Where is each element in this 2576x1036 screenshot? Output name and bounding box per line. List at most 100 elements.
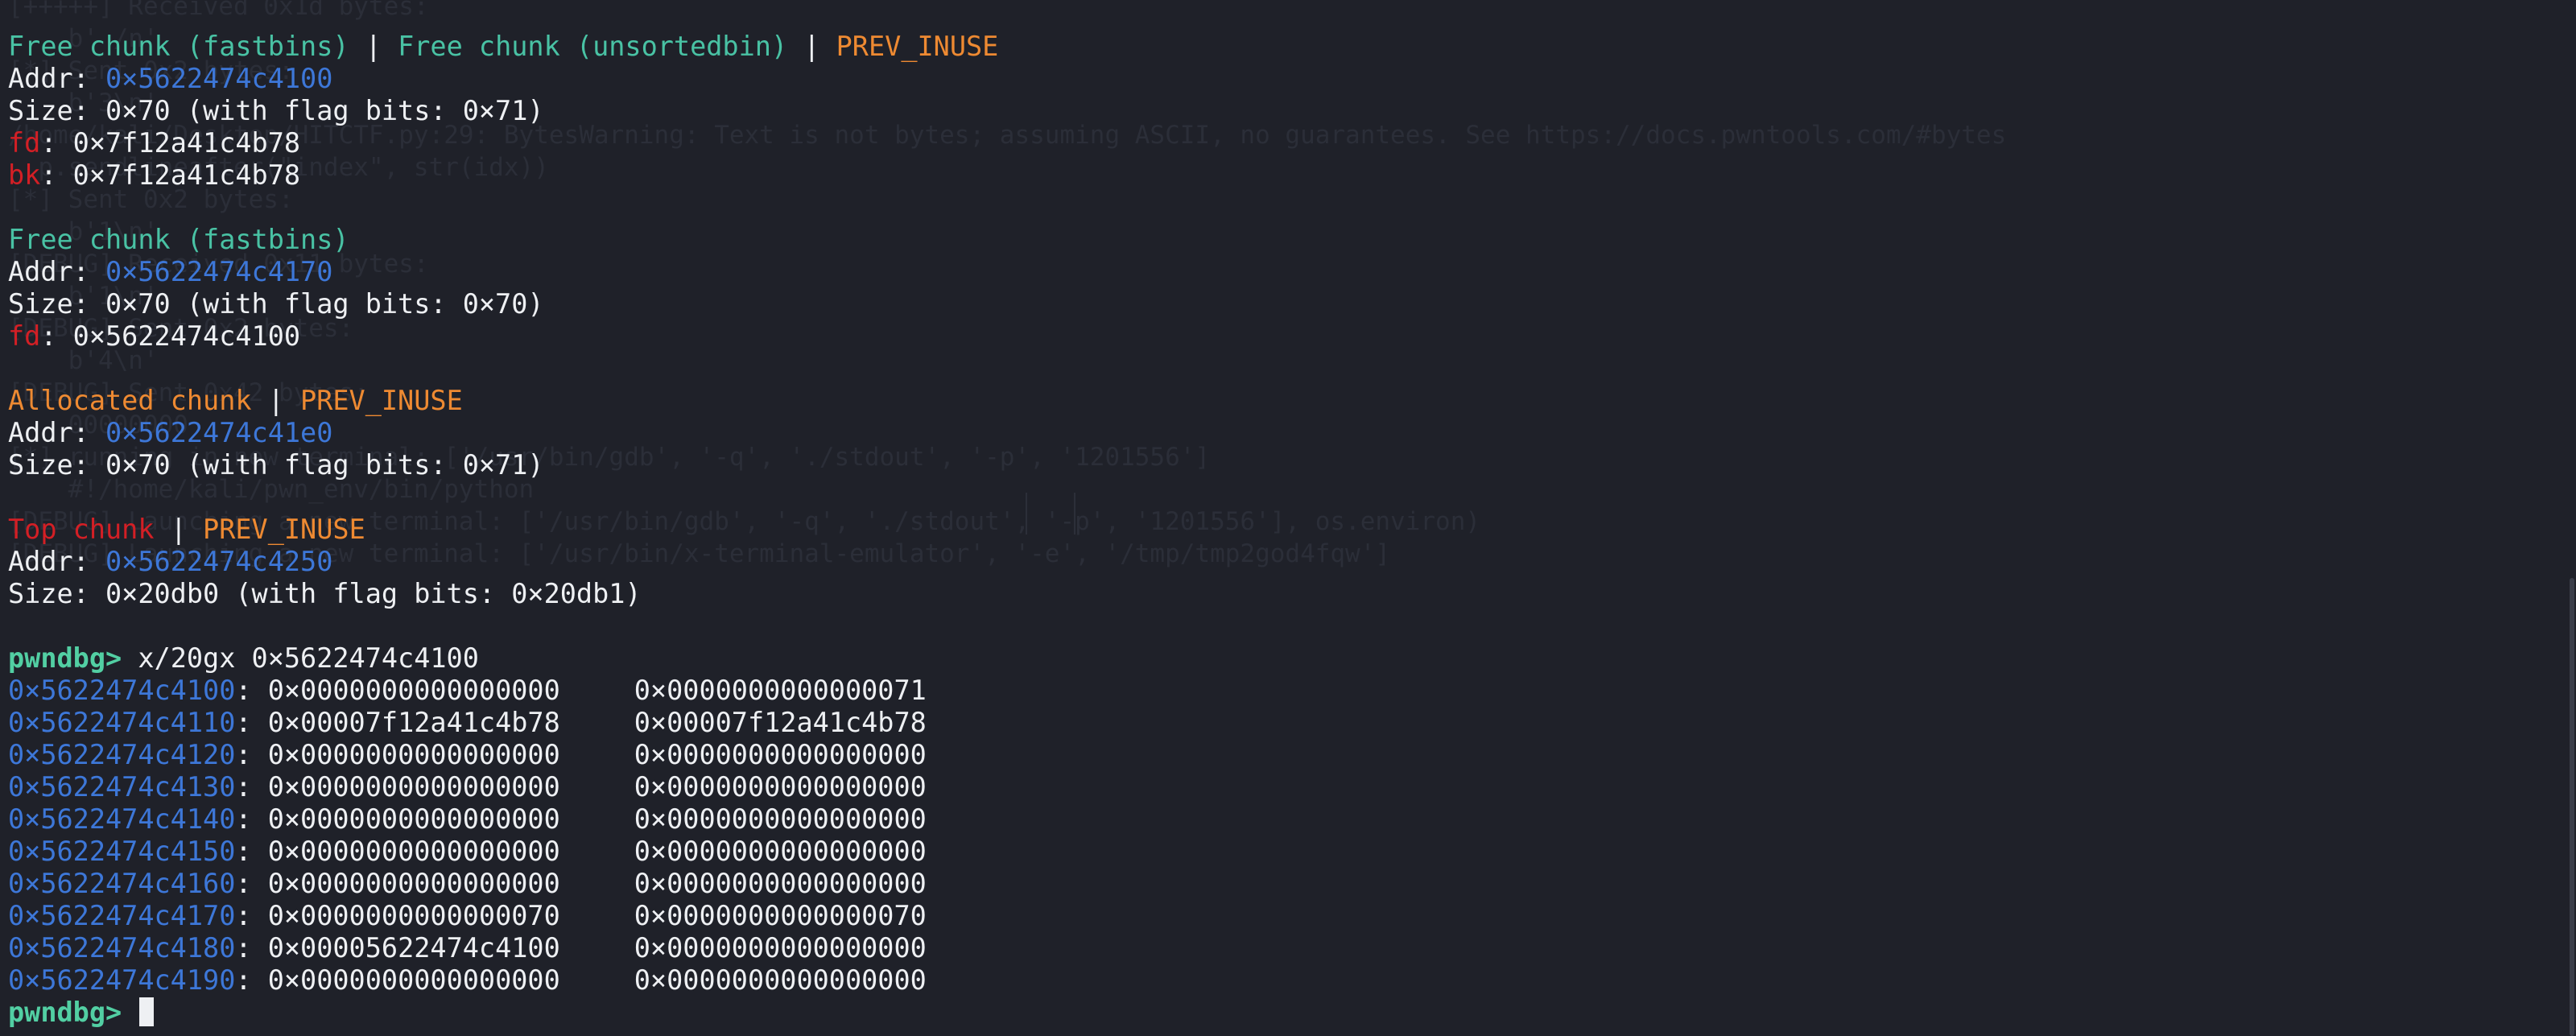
memory-value: 0×0000000000000070 bbox=[267, 900, 560, 931]
chunk-address: 0×5622474c4100 bbox=[105, 63, 333, 94]
memory-value: 0×0000000000000071 bbox=[634, 675, 927, 706]
scrollbar-thumb[interactable] bbox=[2570, 578, 2574, 1036]
memory-row: 0×5622474c4140: 0×0000000000000000 0×0000… bbox=[8, 803, 998, 836]
memory-value: 0×00007f12a41c4b78 bbox=[267, 707, 560, 738]
memory-address: 0×5622474c4110 bbox=[8, 707, 236, 738]
memory-row: 0×5622474c4120: 0×0000000000000000 0×0000… bbox=[8, 739, 998, 771]
separator: : bbox=[235, 868, 268, 899]
separator: : bbox=[235, 900, 268, 931]
memory-row: 0×5622474c4130: 0×0000000000000000 0×0000… bbox=[8, 771, 998, 803]
addr-label: Addr: bbox=[8, 256, 106, 287]
chunk-title-part: Free chunk (unsortedbin) bbox=[398, 31, 788, 62]
separator: : bbox=[235, 836, 268, 867]
chunk-size: Size: 0×70 (with flag bits: 0×71) bbox=[8, 449, 544, 481]
memory-value: 0×00005622474c4100 bbox=[267, 932, 560, 964]
chunk-title-part: PREV_INUSE bbox=[836, 31, 999, 62]
chunk-pointer-line: fd: 0×5622474c4100 bbox=[8, 320, 998, 353]
addr-label: Addr: bbox=[8, 546, 106, 577]
chunk-title-part: | bbox=[349, 31, 398, 62]
chunk-title: Free chunk (fastbins) | Free chunk (unso… bbox=[8, 31, 998, 63]
terminal-output: Free chunk (fastbins) | Free chunk (unso… bbox=[8, 31, 998, 1029]
memory-row: 0×5622474c4110: 0×00007f12a41c4b78 0×0000… bbox=[8, 707, 998, 739]
chunk-title-part: PREV_INUSE bbox=[203, 514, 365, 545]
memory-value: 0×0000000000000000 bbox=[267, 771, 560, 803]
chunk-title-part: Free chunk (fastbins) bbox=[8, 31, 349, 62]
chunk-title: Allocated chunk | PREV_INUSE bbox=[8, 385, 998, 417]
chunk-pointer-line: fd: 0×7f12a41c4b78 bbox=[8, 127, 998, 159]
separator: : bbox=[235, 739, 268, 770]
memory-address: 0×5622474c4160 bbox=[8, 868, 236, 899]
memory-row: 0×5622474c4160: 0×0000000000000000 0×0000… bbox=[8, 868, 998, 900]
chunk-addr-line: Addr: 0×5622474c4250 bbox=[8, 546, 998, 578]
memory-address: 0×5622474c4140 bbox=[8, 803, 236, 835]
memory-address: 0×5622474c4170 bbox=[8, 900, 236, 931]
memory-value: 0×0000000000000000 bbox=[634, 932, 927, 964]
chunk-size: Size: 0×70 (with flag bits: 0×71) bbox=[8, 95, 544, 126]
memory-value: 0×0000000000000000 bbox=[267, 675, 560, 706]
pointer-name: bk bbox=[8, 159, 41, 191]
separator: : bbox=[235, 964, 268, 996]
pointer-value: : 0×5622474c4100 bbox=[40, 320, 301, 352]
prompt: pwndbg> bbox=[8, 642, 122, 674]
memory-value: 0×0000000000000000 bbox=[634, 868, 927, 899]
memory-value: 0×0000000000000000 bbox=[267, 739, 560, 770]
chunk-title-part: Allocated chunk bbox=[8, 385, 252, 416]
chunk-size-line: Size: 0×70 (with flag bits: 0×70) bbox=[8, 288, 998, 320]
memory-address: 0×5622474c4130 bbox=[8, 771, 236, 803]
memory-value: 0×0000000000000000 bbox=[634, 964, 927, 996]
chunk-title-part: | bbox=[251, 385, 301, 416]
command-text: x/20gx 0×5622474c4100 bbox=[122, 642, 479, 674]
command-line: pwndbg> x/20gx 0×5622474c4100 bbox=[8, 642, 998, 675]
chunk-addr-line: Addr: 0×5622474c41e0 bbox=[8, 417, 998, 449]
memory-value: 0×0000000000000000 bbox=[267, 803, 560, 835]
memory-value: 0×0000000000000070 bbox=[634, 900, 927, 931]
memory-value: 0×0000000000000000 bbox=[267, 868, 560, 899]
memory-value: 0×0000000000000000 bbox=[267, 836, 560, 867]
chunk-pointer-line: bk: 0×7f12a41c4b78 bbox=[8, 159, 998, 192]
chunk-title: Free chunk (fastbins) bbox=[8, 224, 998, 256]
chunk-size: Size: 0×20db0 (with flag bits: 0×20db1) bbox=[8, 578, 642, 609]
chunk-address: 0×5622474c4250 bbox=[105, 546, 333, 577]
memory-value: 0×0000000000000000 bbox=[634, 836, 927, 867]
chunk-size-line: Size: 0×70 (with flag bits: 0×71) bbox=[8, 95, 998, 127]
memory-value: 0×0000000000000000 bbox=[634, 771, 927, 803]
separator: : bbox=[235, 932, 268, 964]
text-cursor[interactable] bbox=[139, 997, 155, 1026]
memory-row: 0×5622474c4190: 0×0000000000000000 0×0000… bbox=[8, 964, 998, 997]
chunk-addr-line: Addr: 0×5622474c4100 bbox=[8, 63, 998, 95]
pointer-value: : 0×7f12a41c4b78 bbox=[40, 159, 301, 191]
memory-value: 0×0000000000000000 bbox=[634, 803, 927, 835]
chunk-size-line: Size: 0×20db0 (with flag bits: 0×20db1) bbox=[8, 578, 998, 610]
memory-address: 0×5622474c4190 bbox=[8, 964, 236, 996]
chunk-address: 0×5622474c41e0 bbox=[105, 417, 333, 448]
chunk-title-part: Top chunk bbox=[8, 514, 155, 545]
separator: : bbox=[235, 675, 268, 706]
ghost-line: [+++++] Received 0x1d bytes: bbox=[8, 0, 429, 21]
memory-row: 0×5622474c4100: 0×0000000000000000 0×0000… bbox=[8, 675, 998, 707]
memory-address: 0×5622474c4180 bbox=[8, 932, 236, 964]
memory-value: 0×00007f12a41c4b78 bbox=[634, 707, 927, 738]
chunk-title-part: | bbox=[787, 31, 836, 62]
memory-row: 0×5622474c4150: 0×0000000000000000 0×0000… bbox=[8, 836, 998, 868]
chunk-addr-line: Addr: 0×5622474c4170 bbox=[8, 256, 998, 288]
separator: : bbox=[235, 707, 268, 738]
separator: : bbox=[235, 771, 268, 803]
pointer-name: fd bbox=[8, 127, 41, 159]
addr-label: Addr: bbox=[8, 63, 106, 94]
chunk-title-part: Free chunk (fastbins) bbox=[8, 224, 349, 255]
addr-label: Addr: bbox=[8, 417, 106, 448]
chunk-title-part: PREV_INUSE bbox=[300, 385, 463, 416]
memory-value: 0×0000000000000000 bbox=[267, 964, 560, 996]
chunk-size-line: Size: 0×70 (with flag bits: 0×71) bbox=[8, 449, 998, 481]
terminal-window[interactable]: [+++++] Received 0x1d bytes: b' /n' [*] S… bbox=[0, 0, 2576, 1036]
chunk-size: Size: 0×70 (with flag bits: 0×70) bbox=[8, 288, 544, 320]
ghost-divider bbox=[1026, 493, 1075, 535]
prompt: pwndbg> bbox=[8, 997, 122, 1028]
chunk-address: 0×5622474c4170 bbox=[105, 256, 333, 287]
separator: : bbox=[235, 803, 268, 835]
